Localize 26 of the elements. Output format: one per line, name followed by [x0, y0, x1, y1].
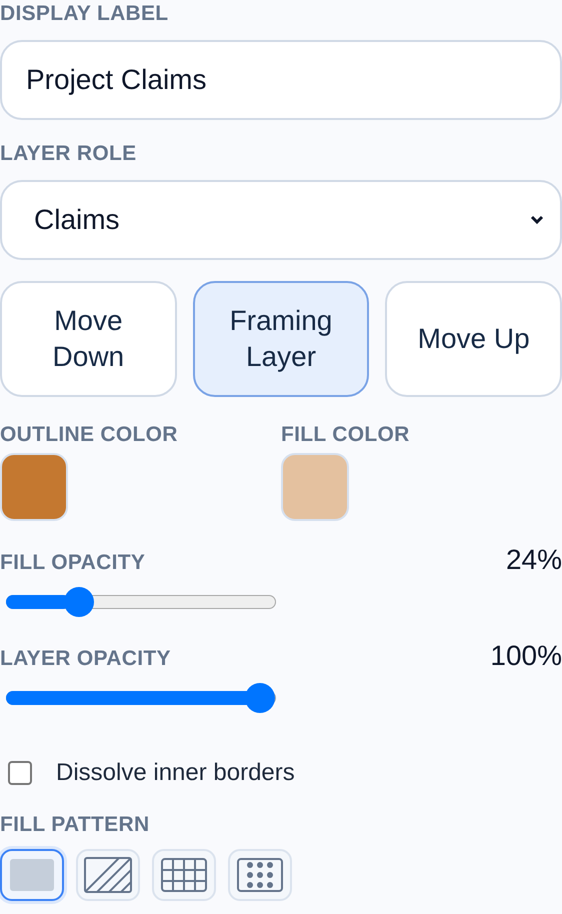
display-label-field[interactable]: Project Claims [0, 40, 562, 120]
slider-label: LAYER OPACITY [0, 646, 171, 672]
opacity-slider[interactable] [6, 683, 276, 713]
color-swatch[interactable] [0, 453, 68, 521]
solid-fill-icon [10, 859, 54, 891]
layer-role-select[interactable]: Claims [0, 180, 562, 260]
grid-pattern-icon [161, 858, 207, 892]
layer-order-button[interactable]: Framing Layer [192, 281, 370, 397]
checkbox[interactable] [8, 761, 32, 785]
opacity-slider[interactable] [6, 587, 276, 617]
field-label: DISPLAY LABEL [0, 1, 170, 27]
chevron-down-icon [530, 215, 544, 225]
layer-order-button[interactable]: Move Up [385, 281, 562, 397]
color-swatch[interactable] [281, 453, 349, 521]
field-label: LAYER ROLE [0, 141, 138, 167]
slider-reading: 100% [490, 639, 562, 673]
pattern-button[interactable] [0, 849, 64, 901]
field-label: FILL COLOR [281, 422, 411, 448]
dots-pattern-icon [237, 858, 283, 892]
slider-reading: 24% [506, 543, 562, 577]
slider-label: FILL OPACITY [0, 550, 146, 576]
field-label: FILL PATTERN [0, 812, 150, 838]
hatch-pattern-icon [84, 857, 132, 893]
field-label: OUTLINE COLOR [0, 422, 179, 448]
checkbox-label: Dissolve inner borders [56, 759, 295, 787]
layer-order-button[interactable]: Move Down [0, 281, 177, 397]
